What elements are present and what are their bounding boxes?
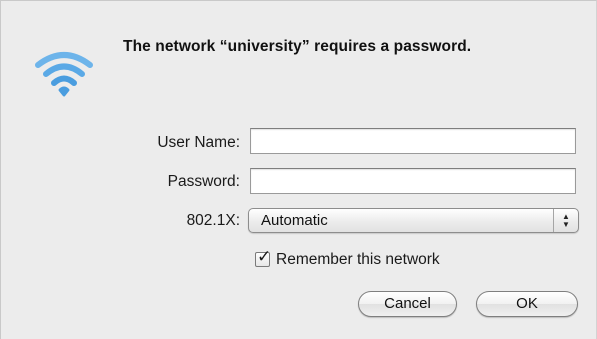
up-down-arrows-icon: ▲ ▼: [553, 209, 578, 232]
password-field[interactable]: [250, 168, 576, 194]
remember-network-label[interactable]: Remember this network: [276, 251, 440, 269]
wifi-icon: [35, 52, 93, 97]
ok-button[interactable]: OK: [476, 291, 578, 317]
wifi-password-dialog: The network “university” requires a pass…: [0, 0, 597, 339]
checkmark-icon: ✓: [257, 247, 272, 266]
username-field[interactable]: [250, 128, 576, 154]
remember-network-checkbox[interactable]: ✓: [255, 247, 271, 267]
security-label: 802.1X:: [186, 212, 240, 229]
password-label: Password:: [167, 173, 240, 190]
dialog-title: The network “university” requires a pass…: [123, 38, 472, 55]
security-select-value: Automatic: [261, 212, 328, 229]
security-select[interactable]: Automatic ▲ ▼: [248, 208, 579, 233]
cancel-button[interactable]: Cancel: [358, 291, 457, 317]
username-label: User Name:: [157, 134, 240, 151]
